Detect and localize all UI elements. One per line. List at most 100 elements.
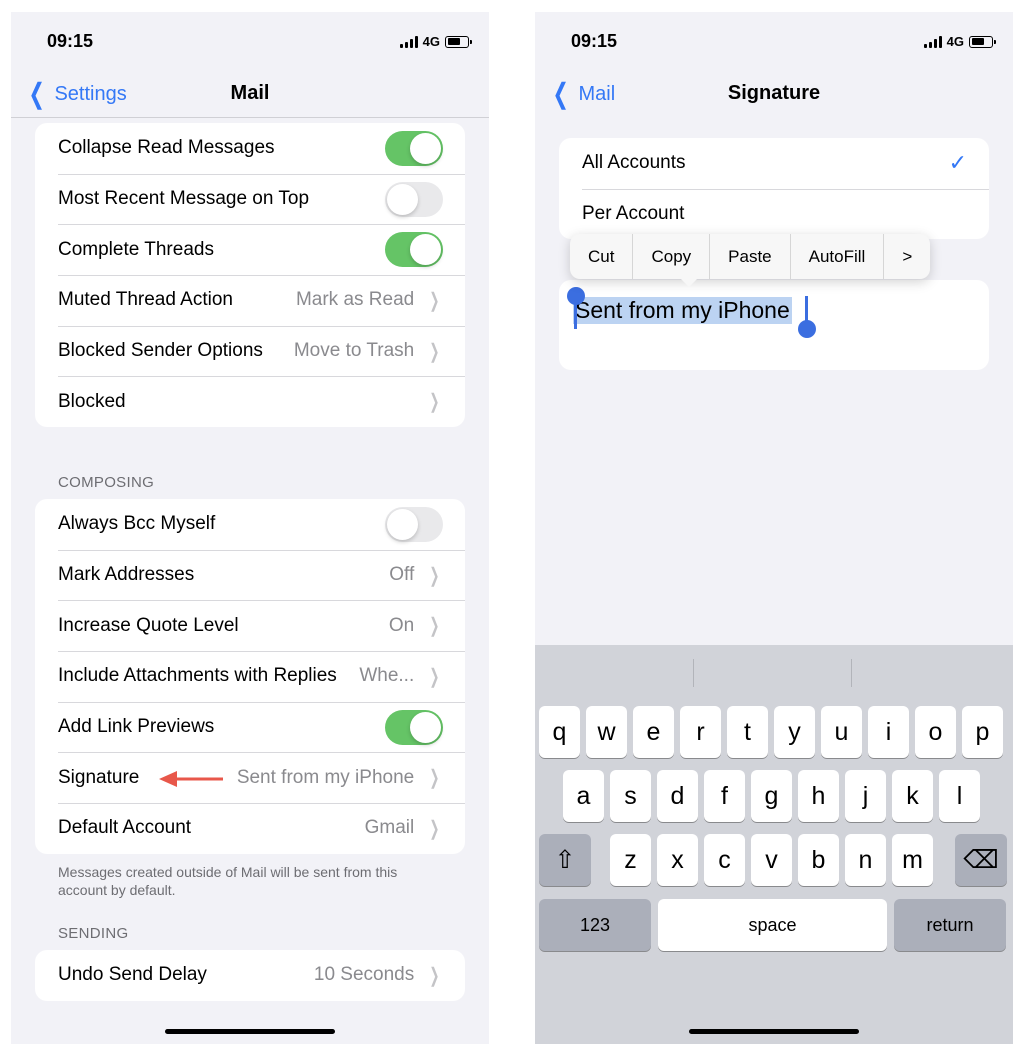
key-h[interactable]: h: [798, 770, 839, 822]
composing-footer: Messages created outside of Mail will be…: [58, 864, 398, 898]
account-options-group: All Accounts ✓ Per Account: [559, 138, 989, 240]
row-label: Add Link Previews: [58, 716, 215, 738]
toggle-switch[interactable]: [385, 506, 443, 542]
key-c[interactable]: c: [704, 834, 745, 886]
settings-row-collapse-read-messages[interactable]: Collapse Read Messages: [35, 123, 465, 174]
shift-key[interactable]: ⇧: [539, 834, 591, 886]
key-s[interactable]: s: [610, 770, 651, 822]
mail-settings-screen: 09:15 4G ❮ Settings Mail Collapse Read M…: [11, 12, 489, 1044]
edit-menu-more-icon[interactable]: >: [883, 234, 930, 279]
battery-icon: [445, 35, 472, 48]
home-indicator: [165, 1029, 335, 1034]
row-label: Most Recent Message on Top: [58, 188, 310, 210]
key-a[interactable]: a: [563, 770, 604, 822]
key-v[interactable]: v: [751, 834, 792, 886]
settings-row-increase-quote-level[interactable]: Increase Quote Level On ❯: [35, 600, 465, 651]
selection-end-handle[interactable]: [797, 296, 816, 338]
settings-row-include-attachments-with-replies[interactable]: Include Attachments with Replies Whe... ❯: [35, 651, 465, 702]
row-label: Always Bcc Myself: [58, 513, 216, 535]
key-t[interactable]: t: [727, 706, 768, 758]
toggle-knob: [387, 508, 418, 540]
key-j[interactable]: j: [845, 770, 886, 822]
row-label: Undo Send Delay: [58, 964, 207, 986]
back-button[interactable]: ❮ Mail: [549, 78, 616, 109]
chevron-right-icon: ❯: [429, 767, 440, 790]
key-q[interactable]: q: [539, 706, 580, 758]
key-w[interactable]: w: [586, 706, 627, 758]
status-bar: 09:15 4G: [535, 12, 1013, 72]
settings-row-blocked-sender-options[interactable]: Blocked Sender Options Move to Trash ❯: [35, 325, 465, 377]
key-x[interactable]: x: [657, 834, 698, 886]
battery-icon: [969, 35, 996, 48]
key-b[interactable]: b: [798, 834, 839, 886]
toggle-switch[interactable]: [385, 181, 443, 217]
section-header-composing: COMPOSING: [58, 474, 155, 491]
settings-row-mark-addresses[interactable]: Mark Addresses Off ❯: [35, 549, 465, 601]
nav-bar: ❮ Settings Mail: [11, 72, 489, 118]
settings-row-blocked[interactable]: Blocked ❯: [35, 376, 465, 427]
settings-row-complete-threads[interactable]: Complete Threads: [35, 224, 465, 275]
edit-menu: Cut Copy Paste AutoFill >: [570, 234, 931, 287]
checkmark-icon: ✓: [948, 150, 967, 176]
chevron-left-icon: ❮: [28, 78, 45, 109]
edit-menu-pointer: [680, 278, 698, 287]
key-g[interactable]: g: [751, 770, 792, 822]
toggle-knob: [410, 132, 441, 164]
status-time: 09:15: [571, 31, 618, 51]
key-n[interactable]: n: [845, 834, 886, 886]
selected-signature-text[interactable]: Sent from my iPhone: [573, 297, 792, 324]
key-u[interactable]: u: [821, 706, 862, 758]
suggestion-bar: [535, 645, 1013, 701]
settings-row-add-link-previews[interactable]: Add Link Previews: [35, 701, 465, 753]
chevron-left-icon: ❮: [552, 78, 569, 109]
toggle-switch[interactable]: [385, 130, 443, 166]
row-label: Mark Addresses: [58, 564, 195, 586]
delete-key[interactable]: ⌫: [955, 834, 1007, 886]
key-r[interactable]: r: [680, 706, 721, 758]
toggle-knob: [410, 234, 441, 266]
edit-menu-cut[interactable]: Cut: [570, 234, 632, 279]
row-label: Muted Thread Action: [58, 289, 233, 311]
selection-start-handle[interactable]: [566, 287, 585, 329]
option-per-account[interactable]: Per Account: [559, 188, 989, 240]
network-type: 4G: [946, 34, 964, 49]
numbers-key[interactable]: 123: [539, 899, 651, 951]
chevron-right-icon: ❯: [429, 391, 440, 414]
key-l[interactable]: l: [939, 770, 980, 822]
toggle-switch[interactable]: [385, 709, 443, 745]
row-label: Increase Quote Level: [58, 614, 239, 636]
settings-row-most-recent-message-on-top[interactable]: Most Recent Message on Top: [35, 173, 465, 225]
key-k[interactable]: k: [892, 770, 933, 822]
row-value: Whe...: [359, 665, 415, 687]
edit-menu-autofill[interactable]: AutoFill: [789, 234, 884, 279]
key-m[interactable]: m: [892, 834, 933, 886]
space-key[interactable]: space: [658, 899, 887, 951]
settings-row-undo-send-delay[interactable]: Undo Send Delay 10 Seconds ❯: [35, 950, 465, 1001]
row-label: Blocked Sender Options: [58, 340, 263, 362]
status-time: 09:15: [47, 31, 94, 51]
chevron-right-icon: ❯: [429, 964, 440, 987]
key-o[interactable]: o: [915, 706, 956, 758]
settings-row-default-account[interactable]: Default Account Gmail ❯: [35, 803, 465, 854]
return-key[interactable]: return: [894, 899, 1006, 951]
toggle-switch[interactable]: [385, 232, 443, 268]
back-button[interactable]: ❮ Settings: [25, 80, 127, 108]
settings-row-signature[interactable]: Signature Sent from my iPhone ❯: [35, 752, 465, 803]
key-z[interactable]: z: [610, 834, 651, 886]
key-y[interactable]: y: [774, 706, 815, 758]
key-p[interactable]: p: [962, 706, 1003, 758]
row-value: 10 Seconds: [313, 964, 415, 986]
key-i[interactable]: i: [868, 706, 909, 758]
edit-menu-paste[interactable]: Paste: [709, 234, 789, 279]
option-all-accounts[interactable]: All Accounts ✓: [559, 138, 989, 189]
settings-row-always-bcc-myself[interactable]: Always Bcc Myself: [35, 499, 465, 550]
key-f[interactable]: f: [704, 770, 745, 822]
status-bar: 09:15 4G: [11, 12, 489, 72]
key-e[interactable]: e: [633, 706, 674, 758]
signature-text-area[interactable]: Sent from my iPhone: [559, 280, 989, 370]
chevron-right-icon: ❯: [429, 289, 440, 312]
edit-menu-copy[interactable]: Copy: [632, 234, 709, 279]
key-d[interactable]: d: [657, 770, 698, 822]
row-label: Blocked: [58, 390, 126, 412]
settings-row-muted-thread-action[interactable]: Muted Thread Action Mark as Read ❯: [35, 275, 465, 326]
